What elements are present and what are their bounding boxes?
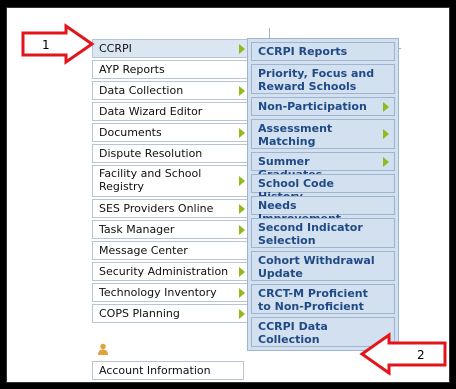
menu-item-ses-providers[interactable]: SES Providers Online — [92, 199, 249, 218]
chevron-right-icon — [383, 156, 389, 167]
submenu-item-crct-m-proficient[interactable]: CRCT-M Proficient to Non-Proficient — [251, 284, 395, 314]
account-information-link[interactable]: Account Information — [92, 361, 244, 380]
submenu-item-ccrpi-reports[interactable]: CCRPI Reports — [251, 42, 395, 61]
menu-item-documents[interactable]: Documents — [92, 123, 249, 142]
menu-item-technology-inventory[interactable]: Technology Inventory — [92, 283, 249, 302]
chevron-right-icon — [239, 266, 245, 277]
menu-item-message-center[interactable]: Message Center — [92, 241, 249, 260]
submenu-item-second-indicator[interactable]: Second Indicator Selection — [251, 218, 395, 248]
menu-item-facility-registry[interactable]: Facility and School Registry — [92, 165, 249, 197]
submenu-item-assessment-matching[interactable]: Assessment Matching — [251, 119, 395, 149]
callout-arrow-1: 1 — [21, 23, 95, 65]
chevron-right-icon — [239, 85, 245, 96]
divider — [269, 28, 270, 38]
chevron-right-icon — [239, 224, 245, 235]
user-icon — [98, 343, 108, 355]
submenu-item-cohort-withdrawal[interactable]: Cohort Withdrawal Update — [251, 251, 395, 281]
submenu-item-priority-focus-reward[interactable]: Priority, Focus and Reward Schools — [251, 64, 395, 94]
chevron-right-icon — [239, 287, 245, 298]
menu-item-task-manager[interactable]: Task Manager — [92, 220, 249, 239]
submenu-item-non-participation[interactable]: Non-Participation — [251, 97, 395, 116]
menu-item-ccrpi[interactable]: CCRPI — [92, 39, 249, 58]
menu-item-data-wizard-editor[interactable]: Data Wizard Editor — [92, 102, 249, 121]
menu-item-data-collection[interactable]: Data Collection — [92, 81, 249, 100]
chevron-right-icon — [239, 43, 245, 54]
submenu-item-needs-improvement[interactable]: Needs Improvement — [251, 196, 395, 225]
divider — [399, 48, 401, 49]
chevron-right-icon — [383, 129, 389, 139]
callout-number: 2 — [417, 348, 425, 362]
chevron-right-icon — [383, 101, 389, 112]
ccrpi-submenu: CCRPI Reports Priority, Focus and Reward… — [247, 38, 399, 351]
menu-item-dispute-resolution[interactable]: Dispute Resolution — [92, 144, 249, 163]
menu-item-cops-planning[interactable]: COPS Planning — [92, 304, 249, 323]
screenshot-frame: CCRPI AYP Reports Data Collection Data W… — [6, 7, 450, 383]
chevron-right-icon — [239, 127, 245, 138]
submenu-item-school-code-history[interactable]: School Code History — [251, 174, 395, 203]
chevron-right-icon — [239, 203, 245, 214]
main-menu: CCRPI AYP Reports Data Collection Data W… — [92, 39, 249, 325]
submenu-item-summer-graduates[interactable]: Summer Graduates — [251, 152, 395, 181]
callout-number: 1 — [42, 38, 50, 52]
chevron-right-icon — [239, 176, 245, 186]
chevron-right-icon — [239, 308, 245, 319]
menu-item-security-administration[interactable]: Security Administration — [92, 262, 249, 281]
menu-item-ayp-reports[interactable]: AYP Reports — [92, 60, 249, 79]
callout-arrow-2: 2 — [359, 332, 447, 376]
